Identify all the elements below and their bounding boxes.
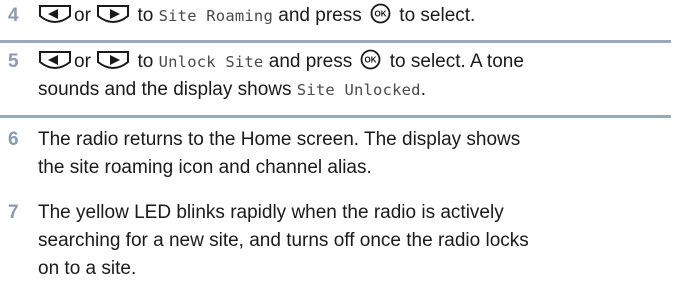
step-number: 6 — [8, 129, 19, 150]
step-text: The radio returns to the Home screen. Th… — [38, 129, 521, 178]
svg-text:OK: OK — [365, 56, 377, 65]
step-number: 7 — [8, 202, 19, 223]
divider — [0, 115, 671, 118]
step-number: 4 — [8, 5, 19, 26]
step-number: 5 — [8, 51, 19, 72]
right-arrow-key-icon — [96, 50, 130, 71]
ok-button-icon: OK — [370, 3, 391, 24]
step-text: or to Site Roaming and press OK to selec… — [38, 2, 671, 30]
left-arrow-key-icon — [38, 50, 72, 71]
step-text: or to Unlock Site and press OK to select… — [38, 49, 524, 100]
display-text-site-unlocked: Site Unlocked — [296, 81, 421, 99]
right-arrow-key-icon — [96, 4, 130, 25]
menu-item-unlock-site: Unlock Site — [158, 53, 264, 71]
svg-text:OK: OK — [375, 10, 387, 19]
menu-item-site-roaming: Site Roaming — [158, 7, 273, 25]
step-text: The yellow LED blinks rapidly when the r… — [38, 202, 529, 279]
left-arrow-key-icon — [38, 4, 72, 25]
ok-button-icon: OK — [360, 49, 381, 70]
divider — [0, 40, 671, 43]
